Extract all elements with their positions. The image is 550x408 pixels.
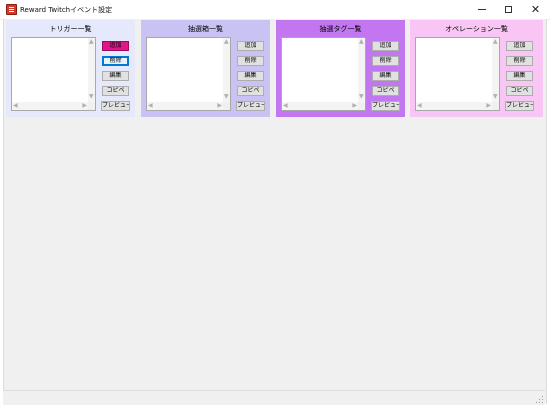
vertical-scrollbar[interactable]: ▲ ▼ xyxy=(223,38,230,102)
horizontal-scrollbar[interactable]: ◀ ▶ xyxy=(12,102,88,110)
scroll-left-icon[interactable]: ◀ xyxy=(13,103,18,109)
scroll-right-icon[interactable]: ▶ xyxy=(82,103,87,109)
lottery-box-list-edit-button[interactable]: 編集 xyxy=(237,71,264,81)
maximize-icon xyxy=(505,6,512,13)
operation-list-title: オペレーション一覧 xyxy=(445,25,508,33)
horizontal-scrollbar[interactable]: ◀ ▶ xyxy=(416,102,492,110)
vertical-scrollbar[interactable]: ▲ ▼ xyxy=(492,38,499,102)
operation-list-listbox[interactable]: ▲ ▼ ◀ ▶ xyxy=(415,37,500,111)
close-icon: ✕ xyxy=(530,3,541,16)
trigger-list-listbox[interactable]: ▲ ▼ ◀ ▶ xyxy=(11,37,96,111)
operation-list-add-button[interactable]: 追加 xyxy=(506,41,533,51)
lottery-tag-list-panel: 抽選タグ一覧 ▲ ▼ ◀ ▶ 追加 削除 編集 コピペ プレビュー xyxy=(276,20,405,117)
scroll-up-icon[interactable]: ▲ xyxy=(493,39,498,45)
window-title: Reward Twitchイベント設定 xyxy=(20,6,113,14)
lottery-tag-list-listbox[interactable]: ▲ ▼ ◀ ▶ xyxy=(281,37,366,111)
horizontal-scrollbar[interactable]: ◀ ▶ xyxy=(147,102,223,110)
scroll-left-icon[interactable]: ◀ xyxy=(148,103,153,109)
trigger-list-edit-button[interactable]: 編集 xyxy=(102,71,129,81)
trigger-list-add-button[interactable]: 追加 xyxy=(102,41,129,51)
close-button[interactable]: ✕ xyxy=(522,0,549,19)
minimize-button[interactable] xyxy=(468,0,495,19)
trigger-list-delete-button[interactable]: 削除 xyxy=(102,56,129,66)
scrollbar-corner xyxy=(492,102,499,110)
scroll-down-icon[interactable]: ▼ xyxy=(493,94,498,100)
minimize-icon xyxy=(477,9,486,10)
trigger-list-copy-button[interactable]: コピペ xyxy=(102,86,129,96)
operation-list-panel: オペレーション一覧 ▲ ▼ ◀ ▶ 追加 削除 編集 コピペ プレビュー xyxy=(410,20,543,117)
lottery-tag-list-preview-button[interactable]: プレビュー xyxy=(371,101,400,111)
scroll-up-icon[interactable]: ▲ xyxy=(224,39,229,45)
lottery-box-list-title: 抽選箱一覧 xyxy=(188,25,223,33)
scroll-down-icon[interactable]: ▼ xyxy=(224,94,229,100)
scroll-up-icon[interactable]: ▲ xyxy=(359,39,364,45)
operation-list-preview-button[interactable]: プレビュー xyxy=(505,101,534,111)
vertical-scrollbar[interactable]: ▲ ▼ xyxy=(358,38,365,102)
scroll-right-icon[interactable]: ▶ xyxy=(486,103,491,109)
scrollbar-corner xyxy=(358,102,365,110)
operation-list-edit-button[interactable]: 編集 xyxy=(506,71,533,81)
lottery-tag-list-add-button[interactable]: 追加 xyxy=(372,41,399,51)
lottery-box-list-preview-button[interactable]: プレビュー xyxy=(236,101,265,111)
scroll-up-icon[interactable]: ▲ xyxy=(89,39,94,45)
trigger-list-preview-button[interactable]: プレビュー xyxy=(101,101,130,111)
lottery-tag-list-edit-button[interactable]: 編集 xyxy=(372,71,399,81)
trigger-list-panel: トリガー一覧 ▲ ▼ ◀ ▶ 追加 削除 編集 コピペ プレビュー xyxy=(6,20,135,117)
title-bar: Reward Twitchイベント設定 ✕ xyxy=(0,0,550,20)
vertical-scrollbar[interactable]: ▲ ▼ xyxy=(88,38,95,102)
scrollbar-corner xyxy=(88,102,95,110)
scrollbar-corner xyxy=(223,102,230,110)
scroll-right-icon[interactable]: ▶ xyxy=(352,103,357,109)
lottery-box-list-listbox[interactable]: ▲ ▼ ◀ ▶ xyxy=(146,37,231,111)
lottery-box-list-add-button[interactable]: 追加 xyxy=(237,41,264,51)
lottery-box-list-copy-button[interactable]: コピペ xyxy=(237,86,264,96)
lottery-box-list-delete-button[interactable]: 削除 xyxy=(237,56,264,66)
lottery-box-list-panel: 抽選箱一覧 ▲ ▼ ◀ ▶ 追加 削除 編集 コピペ プレビュー xyxy=(141,20,270,117)
scroll-down-icon[interactable]: ▼ xyxy=(89,94,94,100)
lottery-tag-list-title: 抽選タグ一覧 xyxy=(319,25,362,33)
resize-grip-icon[interactable] xyxy=(535,395,543,403)
app-icon xyxy=(6,4,17,15)
horizontal-scrollbar[interactable]: ◀ ▶ xyxy=(282,102,358,110)
scroll-right-icon[interactable]: ▶ xyxy=(217,103,222,109)
scroll-down-icon[interactable]: ▼ xyxy=(359,94,364,100)
status-bar xyxy=(3,390,545,405)
lottery-tag-list-copy-button[interactable]: コピペ xyxy=(372,86,399,96)
scroll-left-icon[interactable]: ◀ xyxy=(417,103,422,109)
lottery-tag-list-delete-button[interactable]: 削除 xyxy=(372,56,399,66)
maximize-button[interactable] xyxy=(495,0,522,19)
scroll-left-icon[interactable]: ◀ xyxy=(283,103,288,109)
operation-list-copy-button[interactable]: コピペ xyxy=(506,86,533,96)
operation-list-delete-button[interactable]: 削除 xyxy=(506,56,533,66)
trigger-list-title: トリガー一覧 xyxy=(49,25,92,33)
